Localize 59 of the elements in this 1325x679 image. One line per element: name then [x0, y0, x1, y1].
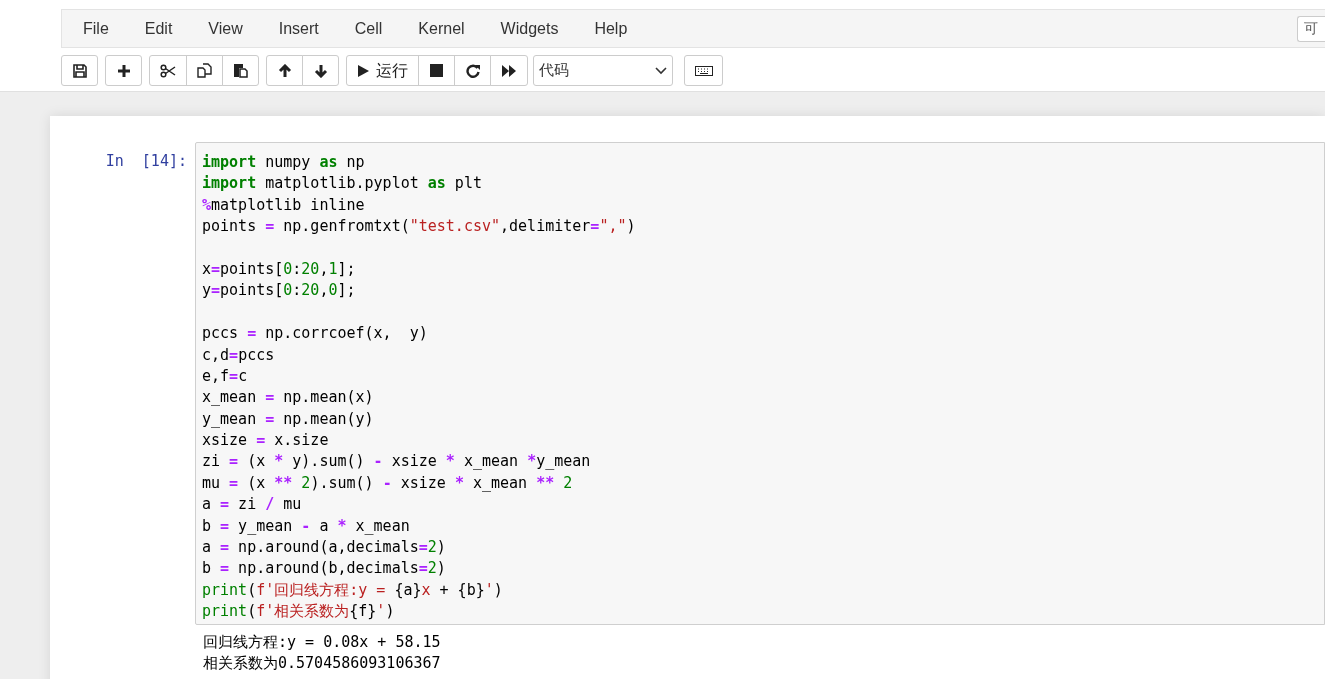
cell-type-dropdown[interactable]: 代码 [533, 55, 673, 86]
menu-item[interactable]: Cell [336, 16, 401, 41]
up-arrow-icon [277, 63, 292, 78]
restart-button[interactable] [454, 55, 491, 86]
code-line: mu = (x ** 2).sum() - xsize * x_mean ** 2 [202, 472, 573, 494]
code-line: y=points[0:20,0]; [202, 280, 356, 302]
paste-button[interactable] [222, 55, 259, 86]
code-line: print(f'回归线方程:y = {a}x + {b}') [202, 579, 503, 601]
paste-icon [233, 63, 248, 78]
code-line: x_mean = np.mean(x) [202, 387, 374, 409]
code-line: import numpy as np [202, 152, 365, 173]
keyboard-icon [694, 65, 713, 76]
code-line: xsize = x.size [202, 430, 329, 452]
code-line: a = zi / mu [202, 494, 302, 516]
code-editor[interactable] [195, 142, 1325, 625]
code-line: e,f=c [202, 365, 248, 387]
stop-icon [430, 64, 443, 77]
stop-button[interactable] [418, 55, 455, 86]
code-line: pccs = np.corrcoef(x, y) [202, 323, 428, 345]
code-line: import matplotlib.pyplot as plt [202, 173, 482, 195]
code-line: y_mean = np.mean(y) [202, 408, 374, 430]
copy-button[interactable] [186, 55, 223, 86]
restart-icon [465, 63, 480, 78]
code-line: points = np.genfromtxt("test.csv",delimiter=",") [202, 216, 636, 238]
save-icon [72, 63, 87, 78]
menu-item[interactable]: Kernel [400, 16, 483, 41]
code-line: x=points[0:20,1]; [202, 258, 356, 280]
code-line: c,d=pccs [202, 344, 275, 366]
menu-item[interactable]: Edit [126, 16, 191, 41]
move-down-button[interactable] [302, 55, 339, 86]
menu-item[interactable]: Widgets [482, 16, 577, 41]
scissors-icon [160, 63, 176, 78]
copy-icon [197, 63, 212, 78]
fast-forward-icon [501, 63, 517, 78]
code-line: b = np.around(b,decimals=2) [202, 558, 446, 580]
code-line: zi = (x * y).sum() - xsize * x_mean *y_mean [202, 451, 591, 473]
play-icon [357, 63, 370, 78]
save-button[interactable] [61, 55, 98, 86]
menu-item[interactable]: File [65, 16, 127, 41]
run-all-button[interactable] [490, 55, 528, 86]
code-line: b = y_mean - a * x_mean [202, 515, 410, 537]
cut-button[interactable] [149, 55, 187, 86]
down-arrow-icon [313, 63, 328, 78]
menu-item[interactable]: Insert [260, 16, 337, 41]
code-line: a = np.around(a,decimals=2) [202, 537, 446, 559]
menu-item[interactable]: View [190, 16, 261, 41]
keyboard-shortcuts-button[interactable] [684, 55, 723, 86]
move-up-button[interactable] [266, 55, 303, 86]
menu-item[interactable]: Help [576, 16, 646, 41]
code-line: %matplotlib inline [202, 194, 365, 216]
trusted-button[interactable]: 可 [1297, 15, 1325, 42]
chevron-down-icon [655, 66, 667, 75]
cell-prompt: In [14]: [104, 151, 188, 172]
output-line: 相关系数为0.5704586093106367 [203, 653, 441, 675]
add-cell-button[interactable] [105, 55, 142, 86]
code-line: print(f'相关系数为{f}') [202, 601, 395, 623]
plus-icon [116, 63, 131, 78]
run-button[interactable]: 运行 [346, 55, 419, 86]
output-line: 回归线方程:y = 0.08x + 58.15 [203, 632, 441, 653]
